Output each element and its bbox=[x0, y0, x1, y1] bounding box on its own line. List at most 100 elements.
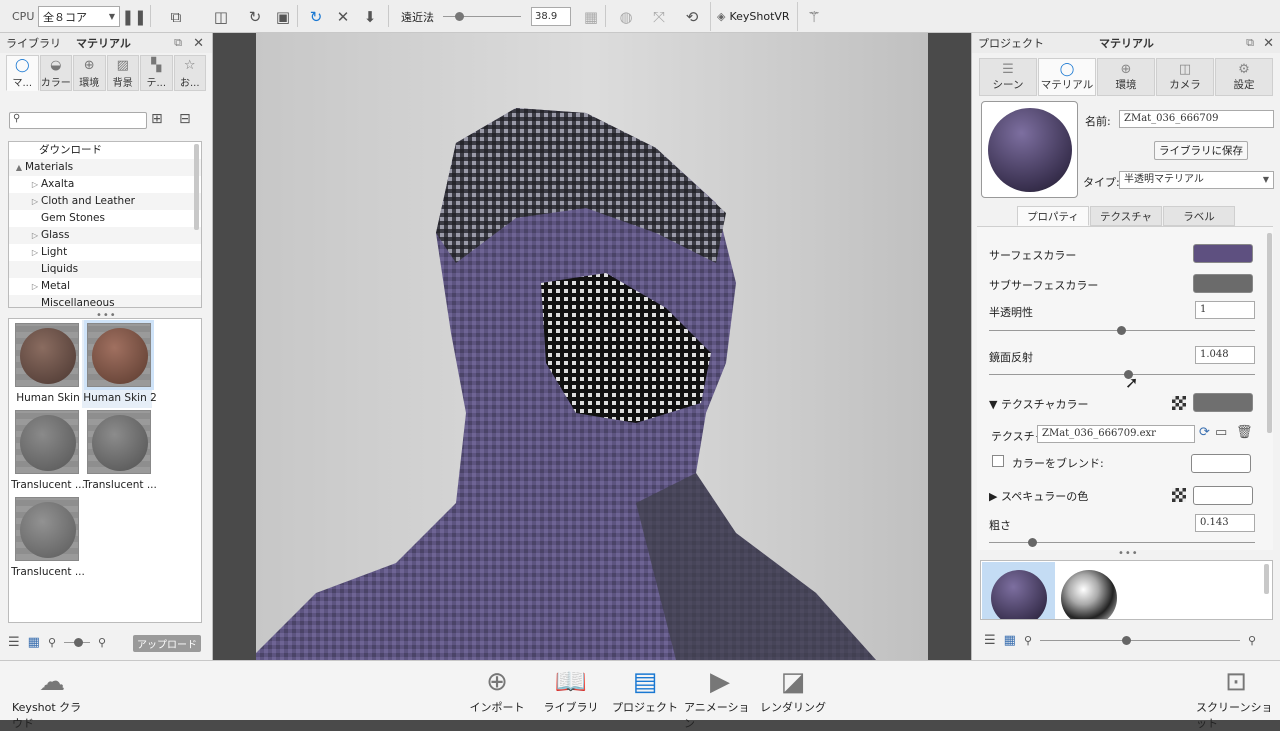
specular-slider[interactable] bbox=[989, 374, 1255, 375]
expand-arrow-icon[interactable]: ▷ bbox=[29, 227, 41, 244]
screenshot-button[interactable]: ⊡ スクリーンショット bbox=[1196, 665, 1276, 731]
tab-material[interactable]: ◯ マ... bbox=[6, 55, 39, 91]
roughness-slider-knob[interactable] bbox=[1028, 538, 1037, 547]
fit-icon[interactable]: ✕ bbox=[332, 0, 354, 33]
strip-scrollbar[interactable] bbox=[1264, 564, 1269, 594]
subsurface-color-swatch[interactable] bbox=[1193, 274, 1253, 293]
tree-item[interactable]: ▷ Axalta bbox=[9, 176, 201, 193]
close-icon[interactable]: ✕ bbox=[193, 36, 204, 51]
upload-button[interactable]: アップロード bbox=[133, 635, 201, 652]
grid-view-icon[interactable]: ▦ bbox=[28, 635, 40, 650]
refresh-icon[interactable]: ↻ bbox=[244, 0, 266, 33]
folder-refresh-icon[interactable]: ⊟ bbox=[179, 111, 191, 127]
tree-item[interactable]: ▷ Cloth and Leather bbox=[9, 193, 201, 210]
tree-item[interactable]: ダウンロード bbox=[9, 142, 201, 159]
zoom-in-icon[interactable]: ⚲ bbox=[98, 636, 106, 649]
expand-arrow-icon[interactable]: ▷ bbox=[29, 193, 41, 210]
material-thumb[interactable]: Translucent ... bbox=[10, 407, 85, 495]
tab-color[interactable]: ◒ カラー bbox=[39, 55, 72, 91]
project-material-thumb[interactable] bbox=[1061, 570, 1117, 619]
undock-icon[interactable]: ⧉ bbox=[1246, 36, 1254, 50]
roughness-input[interactable]: 0.143 bbox=[1195, 514, 1255, 532]
material-thumb[interactable]: Human Skin 2 bbox=[82, 320, 157, 408]
tab-texture[interactable]: ▚ テ... bbox=[140, 55, 173, 91]
list-view-icon[interactable]: ☰ bbox=[984, 633, 996, 648]
blend-color-checkbox[interactable] bbox=[992, 455, 1004, 467]
thumb-size-slider[interactable] bbox=[64, 637, 91, 647]
specular-color-toggle[interactable]: ▶ スペキュラーの色 bbox=[989, 488, 1088, 504]
import-button[interactable]: ⊕ インポート bbox=[462, 665, 532, 715]
reload-icon[interactable]: ⟳ bbox=[1199, 425, 1210, 440]
trash-icon[interactable]: 🗑 bbox=[1236, 425, 1253, 440]
tree-item[interactable]: ▷ Glass bbox=[9, 227, 201, 244]
tab-settings[interactable]: ⚙ 設定 bbox=[1215, 58, 1273, 96]
material-type-select[interactable]: 半透明マテリアル ▼ bbox=[1119, 171, 1274, 189]
list-view-icon[interactable]: ☰ bbox=[8, 635, 20, 650]
expand-arrow-icon[interactable]: ▲ bbox=[13, 159, 25, 176]
specular-color-swatch[interactable] bbox=[1193, 486, 1253, 505]
pause-icon[interactable]: ❚❚ bbox=[121, 0, 146, 33]
specular-input[interactable]: 1.048 bbox=[1195, 346, 1255, 364]
tab-properties[interactable]: プロパティ bbox=[1017, 206, 1089, 226]
animation-button[interactable]: ▶ アニメーション bbox=[684, 665, 756, 731]
zoom-in-icon[interactable]: ⚲ bbox=[1248, 634, 1256, 647]
perspective-slider[interactable] bbox=[443, 0, 521, 33]
zoom-out-icon[interactable]: ⚲ bbox=[1024, 634, 1032, 647]
checker-icon[interactable] bbox=[1172, 396, 1186, 410]
grid-view-icon[interactable]: ▦ bbox=[1004, 633, 1016, 648]
library-search-input[interactable]: ⚲ bbox=[9, 112, 147, 129]
tree-item[interactable]: ▲ Materials bbox=[9, 159, 201, 176]
material-preview[interactable] bbox=[981, 101, 1078, 198]
translucency-slider-knob[interactable] bbox=[1117, 326, 1126, 335]
tab-texture[interactable]: テクスチャ bbox=[1090, 206, 1162, 226]
tree-item[interactable]: ▷ Metal bbox=[9, 278, 201, 295]
sphere-icon[interactable]: ◍ bbox=[615, 0, 637, 33]
save-to-library-button[interactable]: ライブラリに保存 bbox=[1154, 141, 1248, 160]
properties-scrollbar[interactable] bbox=[1267, 233, 1272, 433]
down-arrow-icon[interactable]: ⬇ bbox=[359, 0, 381, 33]
zoom-out-icon[interactable]: ⚲ bbox=[48, 636, 56, 649]
tab-favorites[interactable]: ☆ お... bbox=[173, 55, 206, 91]
close-icon[interactable]: ✕ bbox=[1263, 36, 1274, 51]
project-material-thumb-selected[interactable] bbox=[982, 562, 1055, 619]
material-name-input[interactable]: ZMat_036_666709 bbox=[1119, 110, 1274, 128]
tab-material[interactable]: ◯ マテリアル bbox=[1038, 58, 1096, 96]
keyshotvr-button[interactable]: ◈ KeyShotVR bbox=[710, 2, 798, 31]
folder-icon[interactable]: ▭ bbox=[1215, 425, 1227, 440]
material-thumb[interactable]: Translucent ... bbox=[10, 494, 85, 582]
undock-icon[interactable]: ⧉ bbox=[174, 36, 182, 50]
perspective-input[interactable]: 38.9 bbox=[531, 7, 571, 26]
tree-item[interactable]: Miscellaneous bbox=[9, 295, 201, 307]
rotate-icon[interactable]: ↻ bbox=[305, 0, 327, 33]
material-thumb[interactable]: Translucent ... bbox=[82, 407, 157, 495]
cpu-select[interactable]: 全８コア ▼ bbox=[38, 6, 120, 27]
material-thumb[interactable]: Human Skin bbox=[10, 320, 80, 408]
texture-color-swatch[interactable] bbox=[1193, 393, 1253, 412]
tree-scrollbar[interactable] bbox=[194, 144, 199, 230]
library-button[interactable]: 📖 ライブラリ bbox=[536, 665, 606, 715]
tree-item[interactable]: Liquids bbox=[9, 261, 201, 278]
keyshot-cloud-button[interactable]: ☁ Keyshot クラウド bbox=[12, 665, 92, 731]
expand-arrow-icon[interactable]: ▷ bbox=[29, 176, 41, 193]
view-icon[interactable]: ⧉ bbox=[165, 0, 187, 33]
tab-environment[interactable]: ⊕ 環境 bbox=[73, 55, 106, 91]
tab-scene[interactable]: ☰ シーン bbox=[979, 58, 1037, 96]
surface-color-swatch[interactable] bbox=[1193, 244, 1253, 263]
tab-background[interactable]: ▨ 背景 bbox=[106, 55, 139, 91]
checker-icon[interactable] bbox=[1172, 488, 1186, 502]
splitter-handle[interactable]: ••• bbox=[1118, 548, 1139, 559]
crop-icon[interactable]: ⤧ bbox=[648, 0, 670, 33]
tab-environment[interactable]: ⊕ 環境 bbox=[1097, 58, 1155, 96]
project-button[interactable]: ▤ プロジェクト bbox=[610, 665, 680, 715]
thumb-size-slider[interactable] bbox=[1040, 635, 1241, 645]
translucency-input[interactable]: 1 bbox=[1195, 301, 1255, 319]
tab-camera[interactable]: ◫ カメラ bbox=[1156, 58, 1214, 96]
tab-label[interactable]: ラベル bbox=[1163, 206, 1235, 226]
tree-item[interactable]: ▷ Light bbox=[9, 244, 201, 261]
blend-color-swatch[interactable] bbox=[1191, 454, 1251, 473]
render-button[interactable]: ◪ レンダリング bbox=[758, 665, 828, 715]
add-folder-icon[interactable]: ⊞ bbox=[151, 111, 163, 127]
camera-snapshot-icon[interactable]: ◫ bbox=[210, 0, 232, 33]
texture-color-toggle[interactable]: ▼ テクスチャカラー bbox=[989, 396, 1089, 412]
render-viewport[interactable] bbox=[256, 33, 928, 660]
